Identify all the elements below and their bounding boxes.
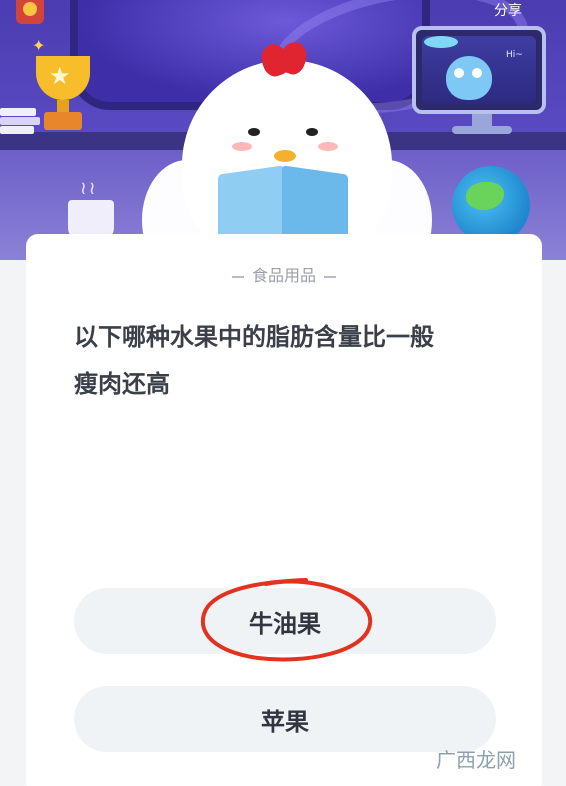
question-text: 以下哪种水果中的脂肪含量比一般 瘦肉还高 <box>74 314 504 408</box>
badge-icon <box>16 0 44 24</box>
alien-icon <box>446 56 492 100</box>
answer-option-2-label: 苹果 <box>261 707 309 736</box>
category-dash-right <box>324 275 336 278</box>
monitor-base <box>452 126 512 134</box>
answer-option-1-label: 牛油果 <box>249 609 321 638</box>
watermark: 广西龙网 <box>436 744 516 773</box>
category-text: 食品用品 <box>251 266 316 285</box>
category-label: 食品用品 <box>26 262 542 286</box>
question-line-1: 以下哪种水果中的脂肪含量比一般 <box>74 323 434 351</box>
quiz-card: 食品用品 以下哪种水果中的脂肪含量比一般 瘦肉还高 牛油果 苹果 <box>26 234 542 786</box>
answer-option-2[interactable]: 苹果 <box>74 686 496 752</box>
sparkle-icon: ✦ <box>32 36 46 55</box>
steam-icon: ≀≀ <box>80 178 98 199</box>
globe-icon <box>452 166 530 244</box>
answer-option-1[interactable]: 牛油果 <box>74 588 496 654</box>
watermark-text: 广西龙网 <box>436 748 516 772</box>
question-line-2: 瘦肉还高 <box>74 370 170 398</box>
monitor-greeting: Hi~ <box>506 50 523 60</box>
books-icon <box>0 108 40 134</box>
share-button[interactable]: 分享 <box>494 0 522 20</box>
header-illustration: ✦ ★ Hi~ ≀≀ 分享 <box>0 0 566 260</box>
category-dash-left <box>231 275 244 278</box>
chicken-mascot <box>142 38 432 260</box>
